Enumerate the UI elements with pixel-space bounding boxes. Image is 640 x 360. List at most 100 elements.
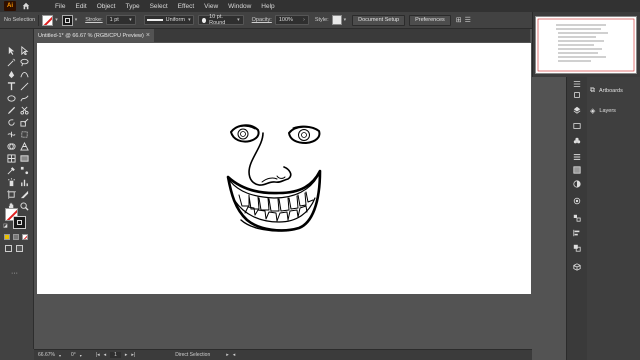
direct-selection-tool-icon[interactable] — [18, 45, 30, 56]
style-dropdown-icon[interactable]: ▾ — [344, 17, 347, 23]
perspective-grid-tool-icon[interactable] — [18, 141, 30, 152]
shaper-tool-icon[interactable] — [18, 93, 30, 104]
menu-select[interactable]: Select — [145, 3, 173, 10]
stroke-weight-field[interactable]: 1 pt ▾ — [105, 15, 136, 25]
artboards-panel-icon[interactable] — [572, 91, 582, 99]
none-mode-slash-icon — [23, 235, 27, 239]
last-artboard-icon[interactable]: ▸| — [131, 352, 135, 358]
document-setup-button[interactable]: Document Setup — [352, 14, 406, 26]
preferences-button[interactable]: Preferences — [409, 14, 451, 26]
align-panel-icon[interactable] — [572, 229, 582, 237]
stroke-swatch[interactable] — [61, 14, 73, 26]
opacity-field[interactable]: 100% › — [274, 15, 309, 25]
gradient-tool-icon[interactable] — [18, 153, 30, 164]
stroke-panel-icon[interactable] — [572, 153, 582, 161]
lasso-tool-icon[interactable] — [18, 57, 30, 68]
scissors-tool-icon[interactable] — [18, 105, 30, 116]
curvature-tool-icon[interactable] — [18, 69, 30, 80]
current-tool-status[interactable]: Direct Selection — [175, 352, 210, 358]
stroke-label[interactable]: Stroke: — [85, 17, 102, 23]
brush-dropdown-icon[interactable]: ▾ — [237, 17, 240, 23]
menu-file[interactable]: File — [50, 3, 70, 10]
layers-tab-label: Layers — [599, 108, 616, 114]
transparency-panel-icon[interactable] — [572, 180, 582, 188]
close-tab-icon[interactable]: × — [146, 32, 150, 39]
graphic-styles-panel-icon[interactable] — [572, 214, 582, 222]
pathfinder-panel-icon[interactable] — [572, 244, 582, 252]
menu-window[interactable]: Window — [223, 3, 256, 10]
profile-dropdown-icon[interactable]: ▾ — [188, 17, 191, 23]
align-icon[interactable]: ⊞ — [456, 16, 462, 24]
menu-edit[interactable]: Edit — [70, 3, 91, 10]
rotation-value[interactable]: 0° — [71, 352, 76, 358]
status-forward-icon[interactable]: ▸ — [226, 352, 229, 358]
stroke-weight-dropdown-icon[interactable]: ▾ — [129, 17, 132, 23]
pen-tool-icon[interactable] — [5, 69, 17, 80]
next-artboard-icon[interactable]: ▸ — [125, 352, 128, 358]
artboard-number[interactable]: 1 — [110, 352, 121, 358]
appearance-panel-icon[interactable] — [572, 197, 582, 205]
slice-tool-icon[interactable] — [18, 189, 30, 200]
artboard-tool-icon[interactable] — [5, 189, 17, 200]
zoom-dropdown-icon[interactable]: ▾ — [59, 353, 61, 358]
stroke-color-widget[interactable] — [13, 216, 26, 229]
symbol-sprayer-tool-icon[interactable] — [5, 177, 17, 188]
fill-dropdown-icon[interactable]: ▾ — [55, 17, 58, 23]
blend-tool-icon[interactable] — [18, 165, 30, 176]
pencil-tool-icon[interactable] — [5, 105, 17, 116]
3d-materials-panel-icon[interactable] — [572, 263, 582, 271]
menu-object[interactable]: Object — [92, 3, 121, 10]
face-artwork[interactable] — [37, 43, 531, 294]
selection-tool-icon[interactable] — [5, 45, 17, 56]
color-mode-icon[interactable] — [4, 234, 10, 240]
layers-panel-tab[interactable]: ◈ Layers — [590, 107, 616, 115]
menu-view[interactable]: View — [199, 3, 223, 10]
zoom-level[interactable]: 66.67% — [38, 352, 55, 358]
magic-wand-tool-icon[interactable] — [5, 57, 17, 68]
more-options-icon[interactable]: ☰ — [465, 16, 471, 24]
artboards-panel-tab[interactable]: ⧉ Artboards — [590, 87, 623, 95]
brush-definition[interactable]: 10 pt. Round ▾ — [197, 14, 244, 26]
gradient-mode-icon[interactable] — [13, 234, 19, 240]
artboard[interactable] — [37, 43, 531, 294]
screen-mode-icon[interactable] — [16, 245, 23, 252]
edit-toolbar-icon[interactable]: ··· — [11, 270, 18, 277]
layers-panel-icon[interactable] — [572, 106, 582, 114]
stroke-dropdown-icon[interactable]: ▾ — [75, 17, 78, 23]
status-back-icon[interactable]: ◂ — [233, 352, 236, 358]
column-graph-tool-icon[interactable] — [18, 177, 30, 188]
type-tool-icon[interactable] — [5, 81, 17, 92]
zoom-tool-icon[interactable] — [18, 201, 30, 212]
menu-type[interactable]: Type — [120, 3, 144, 10]
width-tool-icon[interactable] — [5, 129, 17, 140]
symbols-panel-icon[interactable] — [572, 137, 582, 145]
opacity-label[interactable]: Opacity: — [252, 17, 272, 23]
free-transform-tool-icon[interactable] — [18, 129, 30, 140]
first-artboard-icon[interactable]: |◂ — [96, 352, 100, 358]
draw-normal-icon[interactable] — [5, 245, 12, 252]
shape-builder-tool-icon[interactable] — [5, 141, 17, 152]
rotation-dropdown-icon[interactable]: ▾ — [80, 353, 82, 358]
libraries-panel-icon[interactable] — [572, 122, 582, 130]
document-tab[interactable]: Untitled-1* @ 66.67 % (RGB/CPU Preview) … — [34, 29, 154, 42]
fill-swatch[interactable] — [42, 14, 54, 26]
variable-width-profile[interactable]: Uniform ▾ — [143, 15, 194, 25]
scale-tool-icon[interactable] — [18, 117, 30, 128]
graphic-style-swatch[interactable] — [331, 15, 342, 25]
menu-effect[interactable]: Effect — [173, 3, 200, 10]
prev-artboard-icon[interactable]: ◂ — [104, 352, 107, 358]
navigator-thumbnail[interactable] — [535, 16, 637, 74]
none-mode-icon[interactable] — [22, 234, 28, 240]
gradient-panel-icon[interactable] — [572, 166, 582, 174]
rotate-tool-icon[interactable] — [5, 117, 17, 128]
layers-tab-icon: ◈ — [590, 108, 596, 115]
opacity-arrow-icon[interactable]: › — [303, 17, 305, 23]
properties-panel-icon[interactable] — [572, 80, 582, 88]
menu-help[interactable]: Help — [256, 3, 279, 10]
home-icon[interactable] — [20, 1, 32, 11]
ellipse-tool-icon[interactable] — [5, 93, 17, 104]
mesh-tool-icon[interactable] — [5, 153, 17, 164]
default-colors-icon[interactable]: ◪ — [3, 223, 8, 229]
line-tool-icon[interactable] — [18, 81, 30, 92]
eyedropper-tool-icon[interactable] — [5, 165, 17, 176]
